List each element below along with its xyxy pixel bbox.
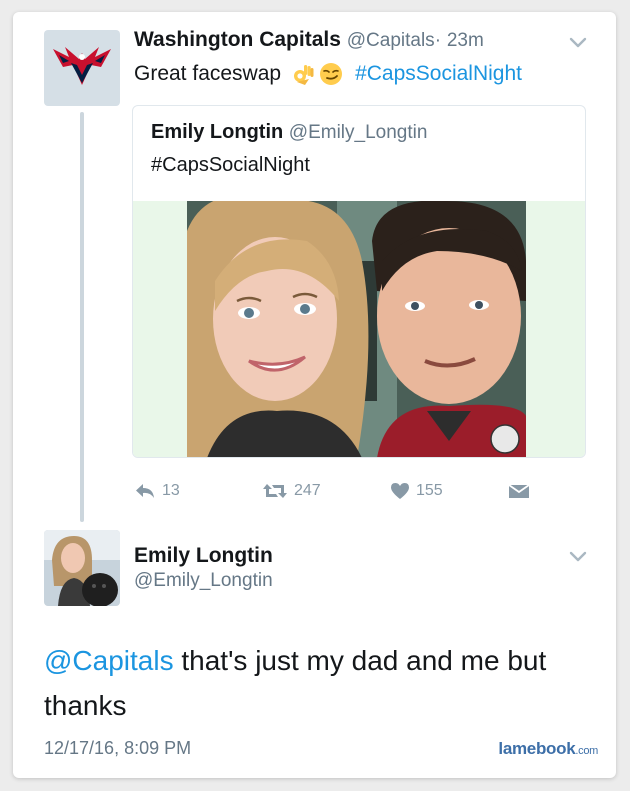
quoted-tweet-header: Emily Longtin @Emily_Longtin <box>151 121 427 144</box>
smirk-emoji-icon <box>320 63 343 85</box>
heart-icon <box>391 483 409 499</box>
tweet-card: Washington Capitals @Capitals· 23m Great… <box>13 12 616 778</box>
reply-button[interactable]: 13 <box>134 479 180 503</box>
retweet-count: 247 <box>294 482 321 499</box>
quoted-author-handle: @Emily_Longtin <box>288 122 428 143</box>
direct-message-icon <box>508 484 530 498</box>
direct-message-button[interactable] <box>508 479 530 503</box>
quoted-tweet[interactable]: Emily Longtin @Emily_Longtin #CapsSocial… <box>132 105 586 458</box>
reply-count: 13 <box>162 482 180 499</box>
watermark-suffix: .com <box>575 745 598 757</box>
quoted-tweet-text: #CapsSocialNight <box>151 154 310 176</box>
tweet1-body: Great faceswap <box>134 62 282 85</box>
tweet2-mention[interactable]: @Capitals <box>44 645 174 676</box>
ok-hand-emoji-icon <box>294 65 314 85</box>
tweet2-author-handle[interactable]: @Emily_Longtin <box>134 570 273 592</box>
tweet1-time[interactable]: 23m <box>447 30 484 51</box>
thread-connector-line <box>80 112 84 522</box>
like-button[interactable]: 155 <box>390 479 443 503</box>
tweet1-hashtag[interactable]: #CapsSocialNight <box>355 62 522 86</box>
tweet2-text: @Capitals that's just my dad and me but … <box>44 638 589 728</box>
tweet1-author-name[interactable]: Washington Capitals <box>134 28 341 51</box>
watermark-brand: lamebook <box>498 739 576 758</box>
emily-avatar[interactable] <box>44 530 120 606</box>
lamebook-watermark: lamebook.com <box>498 739 598 759</box>
retweet-icon <box>263 484 287 498</box>
capitals-avatar[interactable] <box>44 30 120 106</box>
reply-icon <box>136 484 154 498</box>
tweet1-separator: · <box>434 30 442 51</box>
tweet2-timestamp[interactable]: 12/17/16, 8:09 PM <box>44 738 191 759</box>
tweet1-author-handle[interactable]: @Capitals <box>347 30 435 51</box>
tweet2-author-name[interactable]: Emily Longtin <box>134 544 273 568</box>
quoted-author-name: Emily Longtin <box>151 121 284 143</box>
chevron-down-icon[interactable] <box>568 550 588 564</box>
like-count: 155 <box>416 482 443 499</box>
chevron-down-icon[interactable] <box>568 36 588 50</box>
retweet-button[interactable]: 247 <box>262 479 321 503</box>
tweet1-header: Washington Capitals @Capitals· 23m <box>134 28 484 52</box>
selfie-photo[interactable] <box>187 201 526 457</box>
tweet1-actions: 13 247 155 <box>134 479 554 503</box>
capitals-eagle-logo-icon <box>53 47 111 85</box>
tweet1-text: Great faceswap #CapsSocialNight <box>134 62 522 86</box>
quoted-media[interactable] <box>133 201 585 457</box>
